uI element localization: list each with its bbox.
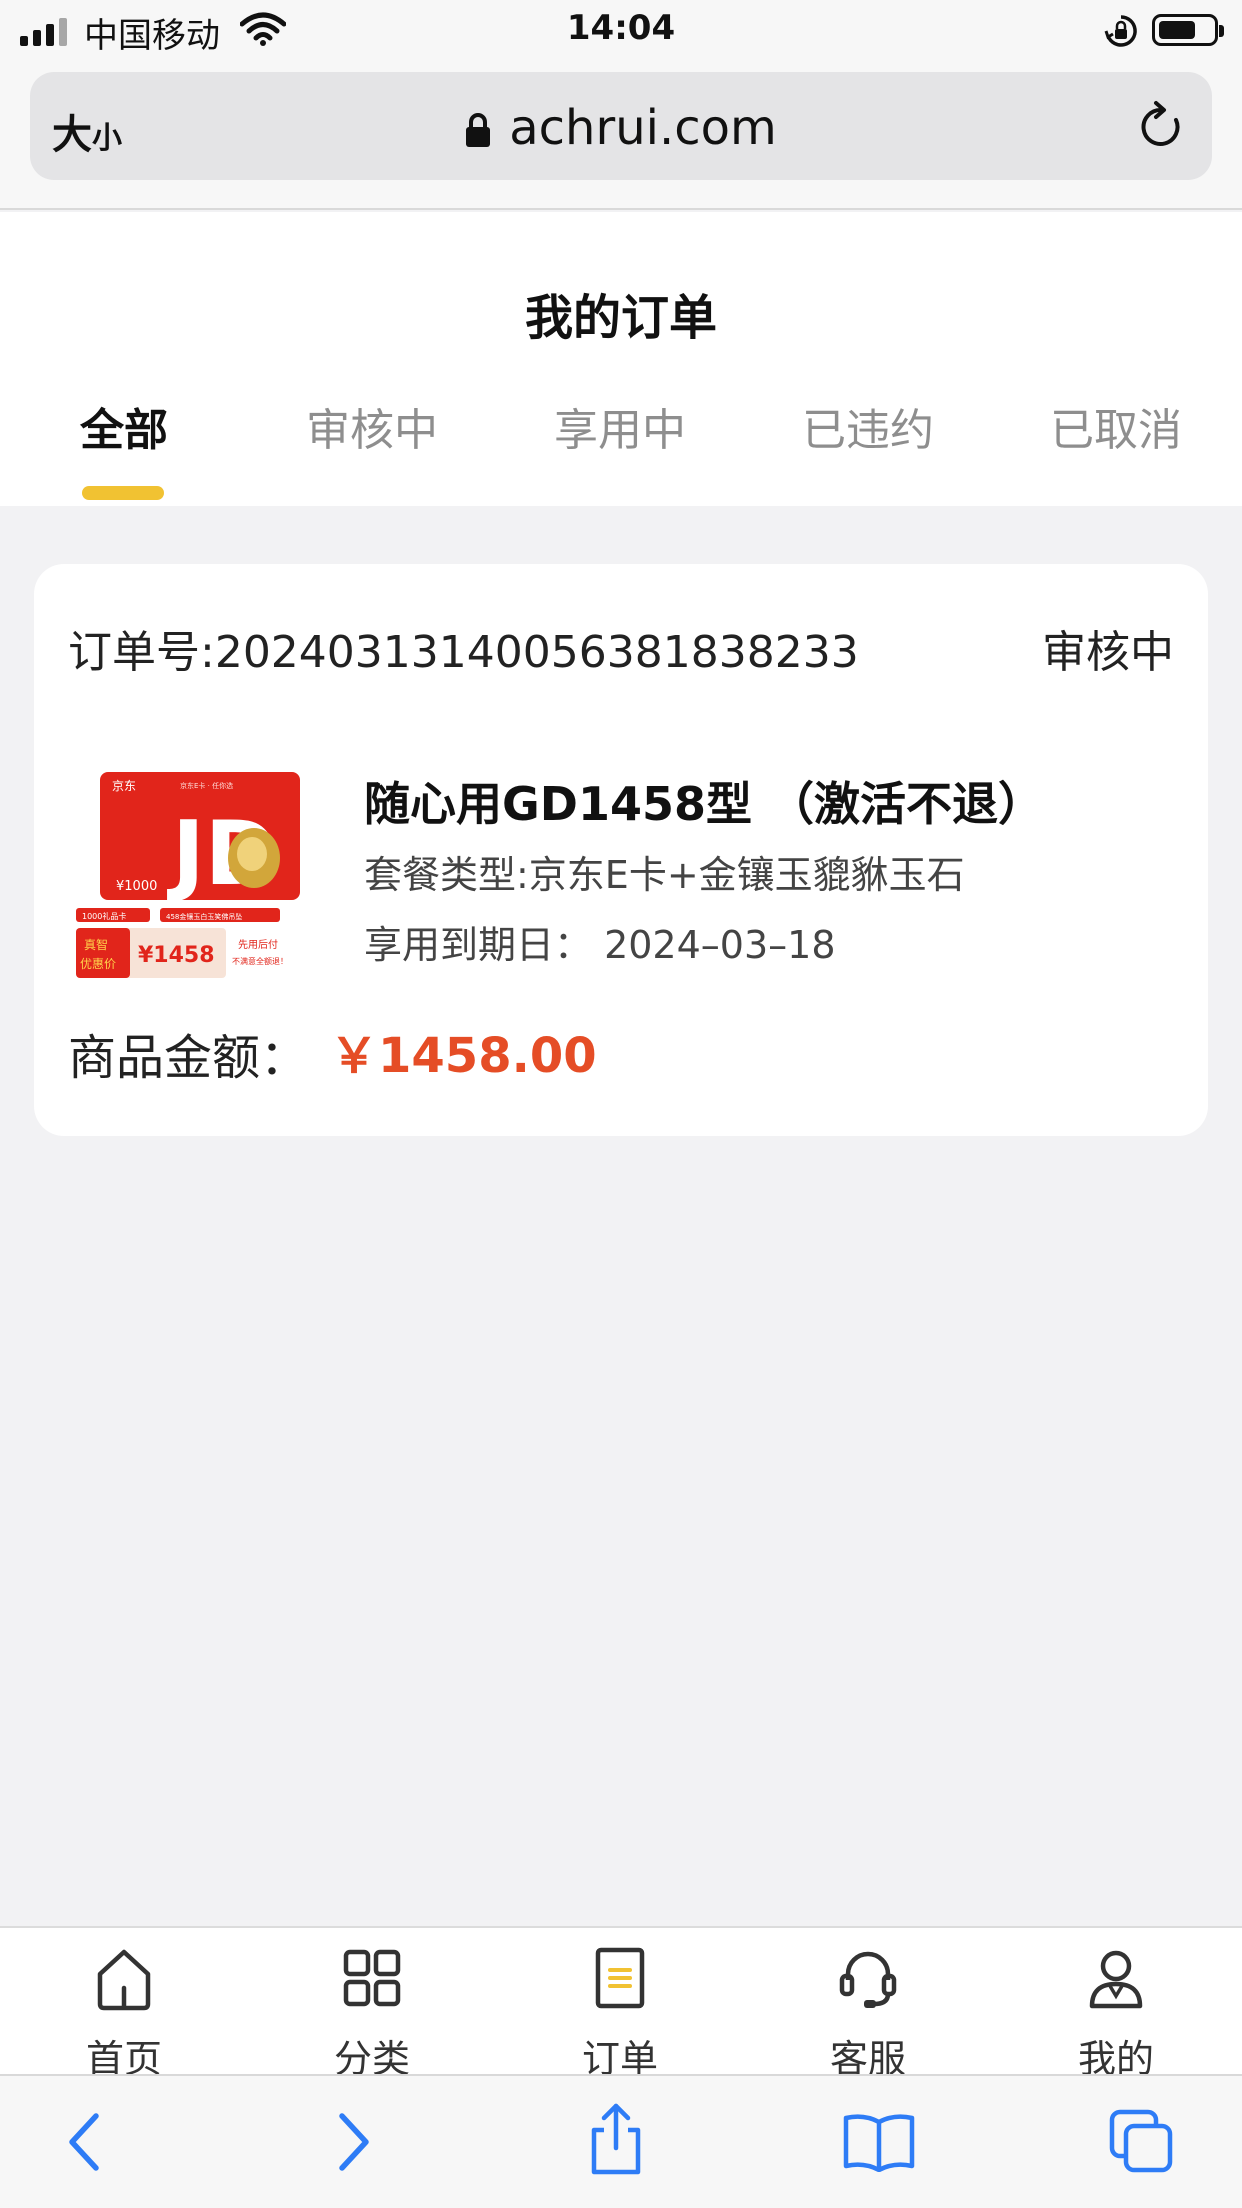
expiry-date: 享用到期日： 2024–03–18 (364, 923, 836, 967)
back-icon[interactable] (64, 2110, 104, 2174)
order-number: 订单号:20240313140056381838233 (68, 627, 859, 678)
app-tab-home[interactable]: 首页 (0, 1938, 248, 2081)
clock: 14:04 (566, 8, 676, 48)
thumb-tag-left: 1000礼品卡 (82, 911, 126, 921)
app-tab-profile[interactable]: 我的 (992, 1938, 1240, 2081)
thumb-tag-right: 458金镶玉白玉笑佛吊坠 (166, 912, 242, 921)
padlock-icon (466, 113, 491, 147)
app-tab-bar: 首页 分类 订单 客服 我的 (0, 1926, 1242, 2081)
tab-cancelled[interactable]: 已取消 (992, 394, 1240, 458)
amount-value: ￥1458.00 (330, 1028, 597, 1084)
user-icon (1089, 1950, 1143, 2009)
thumb-card-header: 京东E卡 · 任你选 (180, 781, 233, 790)
bookmarks-icon[interactable] (842, 2112, 916, 2172)
tab-all[interactable]: 全部 (0, 394, 248, 458)
thumb-promo-note-2: 不满意全额退！ (232, 956, 288, 966)
url-text: achrui.com (509, 100, 777, 156)
order-card[interactable]: 订单号:20240313140056381838233 审核中 京东 京东E卡 … (34, 564, 1208, 1136)
reload-icon[interactable] (1136, 100, 1186, 152)
app-tab-orders[interactable]: 订单 (496, 1938, 744, 2081)
url-display[interactable]: achrui.com (30, 100, 1212, 156)
tabs-icon[interactable] (1108, 2108, 1176, 2174)
share-icon[interactable] (586, 2102, 646, 2176)
home-icon (97, 1949, 151, 2011)
rotation-lock-icon (1104, 15, 1137, 47)
grid-icon (343, 1949, 401, 2007)
product-name[interactable]: 随心用GD1458型 （激活不退） (364, 768, 1044, 834)
status-bar: 中国移动 14:04 (0, 0, 1242, 64)
safari-toolbar (0, 2074, 1242, 2208)
tab-under-review[interactable]: 审核中 (248, 394, 496, 458)
browser-address-area: 大小 achrui.com (0, 64, 1242, 210)
page-title: 我的订单 (524, 290, 717, 346)
app-tab-service[interactable]: 客服 (744, 1938, 992, 2081)
address-bar[interactable]: 大小 achrui.com (30, 72, 1212, 180)
headset-icon (839, 1951, 897, 2008)
amount-label: 商品金额： (68, 1030, 309, 1086)
tab-in-use[interactable]: 享用中 (496, 394, 744, 458)
thumb-promo-note-1: 先用后付 (238, 938, 278, 951)
thumb-promo-price: ¥1458 (138, 943, 215, 968)
forward-icon[interactable] (334, 2110, 374, 2174)
order-status: 审核中 (1042, 627, 1174, 678)
thumb-promo-label-1: 真智 (84, 937, 108, 952)
active-tab-indicator (82, 486, 164, 500)
order-list-icon (595, 1947, 645, 2009)
thumb-card-value: ¥1000 (116, 879, 157, 894)
thumb-brand: 京东 (112, 779, 136, 793)
app-tab-category[interactable]: 分类 (248, 1938, 496, 2081)
package-type: 套餐类型:京东E卡+金镶玉貔貅玉石 (364, 853, 965, 897)
product-thumbnail[interactable]: 京东 京东E卡 · 任你选 JD ¥1000 1000礼品卡 458金镶玉白玉笑… (72, 766, 322, 986)
tab-defaulted[interactable]: 已违约 (744, 394, 992, 458)
thumb-promo-label-2: 优惠价 (80, 957, 116, 971)
battery-icon (1152, 14, 1224, 46)
page-header: 我的订单 全部 审核中 享用中 已违约 已取消 (0, 212, 1242, 506)
